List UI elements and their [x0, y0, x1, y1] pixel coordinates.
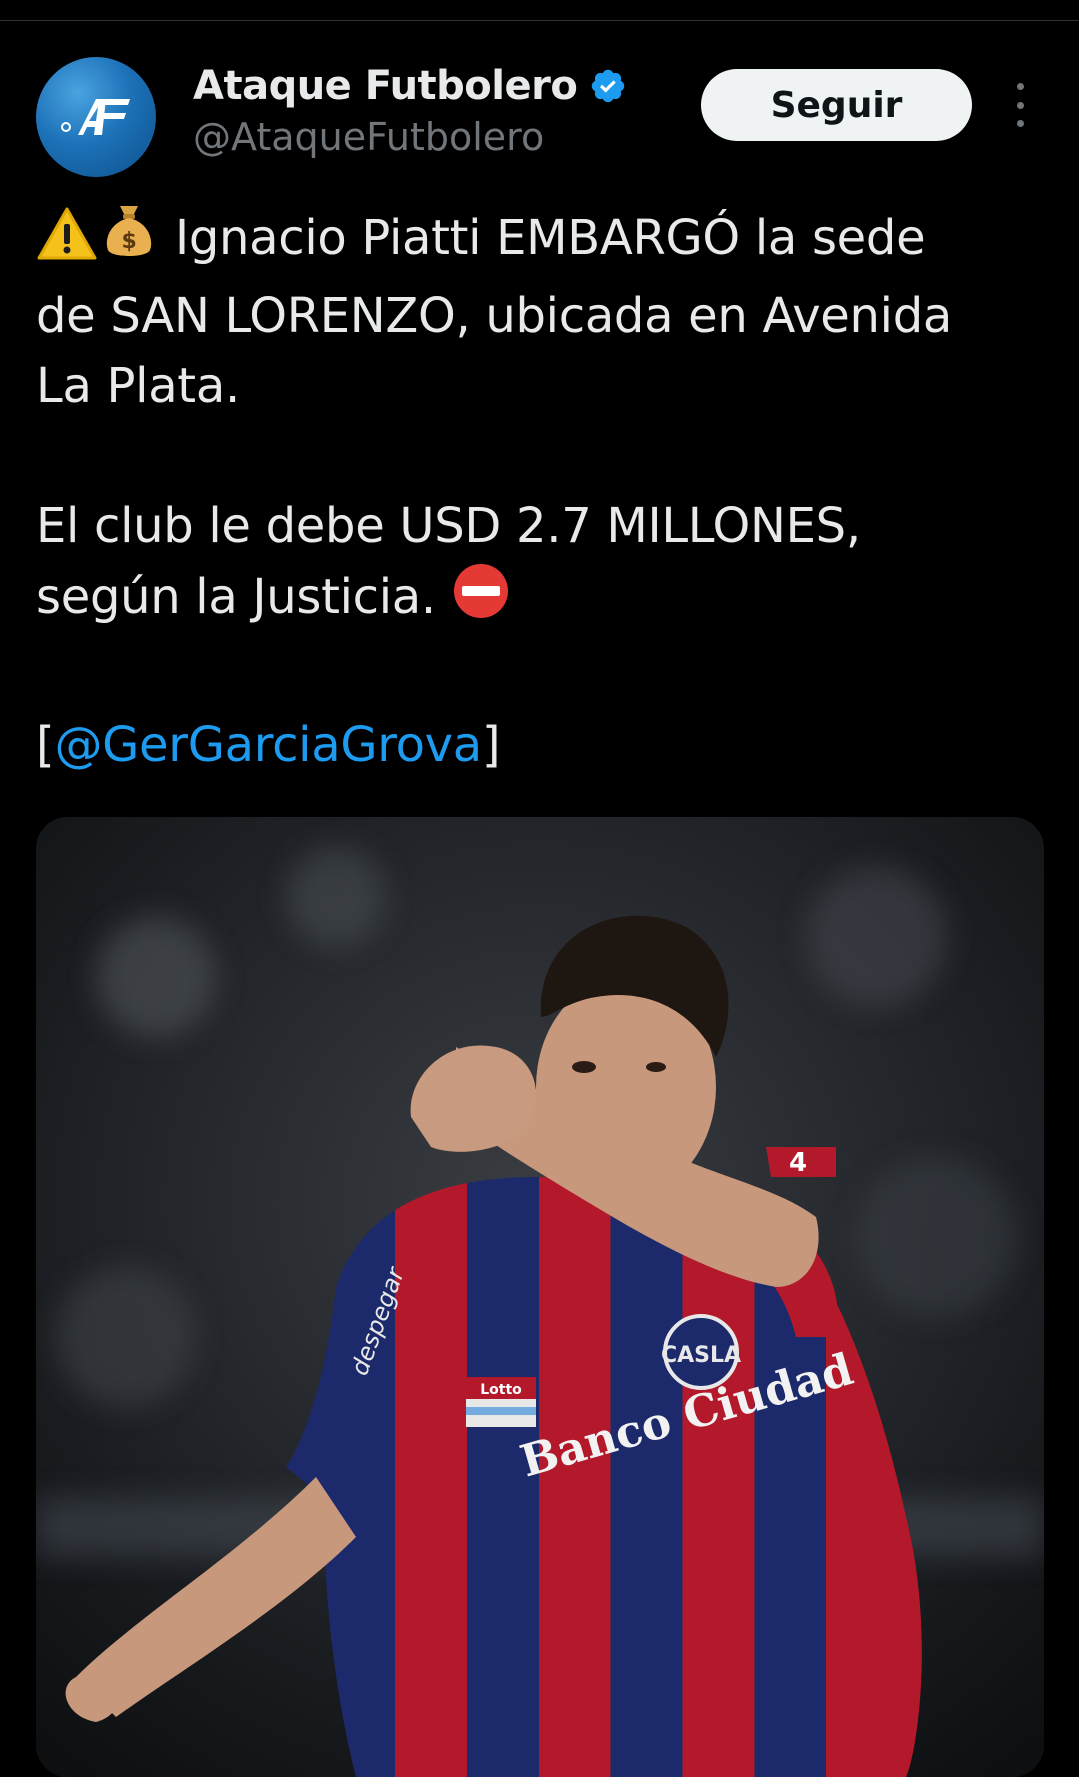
warning-icon: [36, 206, 98, 281]
sleeve-number: 4: [789, 1148, 807, 1178]
mention-link[interactable]: @GerGarciaGrova: [54, 717, 482, 773]
tweet-line-4: El club le debe USD 2.7 MILLONES,: [36, 498, 861, 554]
follow-button[interactable]: Seguir: [701, 69, 972, 141]
tweet-text: $ Ignacio Piatti EMBARGÓ la sede de SAN …: [36, 200, 1046, 780]
tweet-line-3: La Plata.: [36, 358, 240, 414]
handle[interactable]: @AtaqueFutbolero: [193, 115, 627, 159]
svg-text:$: $: [121, 229, 136, 254]
tweet-line-1: $ Ignacio Piatti EMBARGÓ la sede: [36, 200, 1046, 281]
tweet-line-1-text: Ignacio Piatti EMBARGÓ la sede: [174, 210, 926, 266]
author-info[interactable]: Ataque Futbolero @AtaqueFutbolero: [193, 61, 627, 159]
jersey-brand: Lotto: [480, 1382, 522, 1398]
display-name[interactable]: Ataque Futbolero: [193, 63, 578, 109]
jersey-crest: CASLA: [661, 1343, 741, 1368]
mention-close-bracket: ]: [481, 717, 501, 773]
money-bag-icon: $: [98, 200, 160, 281]
tweet-line-2: de SAN LORENZO, ubicada en Avenida: [36, 288, 952, 344]
ataque-futbolero-logo-icon: [61, 99, 130, 135]
avatar[interactable]: [36, 57, 156, 177]
tweet-line-5: según la Justicia.: [36, 561, 1046, 640]
display-name-row: Ataque Futbolero: [193, 61, 627, 111]
tweet-header: Ataque Futbolero @AtaqueFutbolero Seguir: [0, 55, 1079, 180]
top-divider: [0, 0, 1079, 21]
tweet-line-6: [@GerGarciaGrova]: [36, 710, 1046, 780]
verified-badge-icon: [589, 67, 627, 105]
more-options-icon[interactable]: [1005, 83, 1035, 127]
player-photo: 4 CASLA Lotto Banco Ciudad despegar: [36, 817, 1044, 1777]
no-entry-icon: [451, 561, 511, 640]
tweet-line-5-text: según la Justicia.: [36, 569, 436, 625]
tweet-media-image[interactable]: 4 CASLA Lotto Banco Ciudad despegar: [36, 817, 1044, 1777]
mention-open-bracket: [: [36, 717, 55, 773]
